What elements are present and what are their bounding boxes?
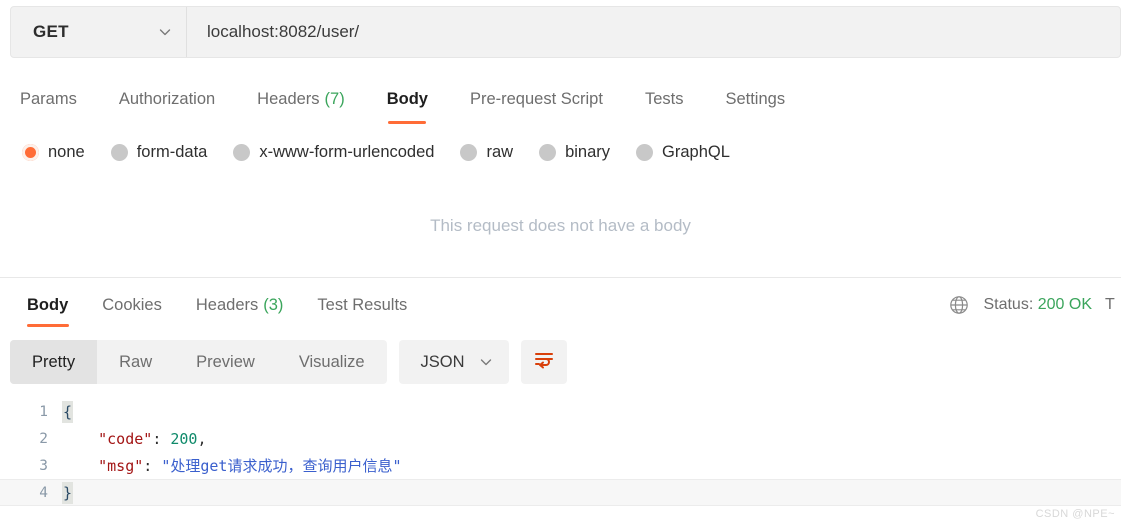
response-status-area: Status: 200 OK T [948,285,1121,325]
code-line-content: "msg": "处理get请求成功，查询用户信息" [98,457,402,475]
view-mode-pretty[interactable]: Pretty [10,340,98,384]
tab-settings-label: Settings [725,89,786,108]
response-tab-headers-label: Headers [195,295,259,314]
tab-tests[interactable]: Tests [624,78,705,120]
body-type-none[interactable]: none [22,143,85,162]
tab-authorization-label: Authorization [118,89,216,108]
response-format-select[interactable]: JSON [398,340,509,384]
line-number: 2 [39,430,48,447]
watermark: CSDN @NPE~ [1035,508,1115,520]
radio-icon [110,143,128,161]
chevron-down-icon [479,355,493,369]
request-tab-bar: Params Authorization Headers (7) Body Pr… [0,78,1121,120]
view-mode-segmented-control: Pretty Raw Preview Visualize [10,340,387,384]
code-line: 1 { [0,398,1121,425]
code-line-content: { [62,400,74,423]
postman-request-response-pane: GET localhost:8082/user/ Params Authoriz… [0,0,1121,522]
globe-icon[interactable] [948,294,970,316]
radio-icon [233,143,251,161]
body-type-graphql[interactable]: GraphQL [636,143,730,162]
tab-pre-request-script-label: Pre-request Script [469,89,603,108]
response-tab-cookies-label: Cookies [102,295,162,314]
response-tab-test-results-label: Test Results [317,295,408,314]
tab-params-label: Params [20,89,77,108]
section-divider [0,277,1121,278]
view-mode-visualize[interactable]: Visualize [277,340,387,384]
response-tab-test-results[interactable]: Test Results [300,285,424,325]
tab-params[interactable]: Params [20,78,98,120]
response-tab-body[interactable]: Body [10,285,85,325]
radio-icon [460,143,478,161]
tab-body[interactable]: Body [366,78,449,120]
json-key: "code" [98,429,153,448]
response-format-label: JSON [420,352,465,371]
response-body-code[interactable]: 1 { 2 "code": 200, 3 "msg": "处理get请求成功，查… [0,398,1121,522]
tab-pre-request-script[interactable]: Pre-request Script [449,78,624,120]
line-number: 4 [39,484,48,501]
body-type-raw-label: raw [486,142,514,161]
response-tab-headers-count: (3) [263,295,284,314]
json-number: 200 [170,429,198,448]
tab-authorization[interactable]: Authorization [98,78,236,120]
code-line: 3 "msg": "处理get请求成功，查询用户信息" [0,452,1121,479]
tab-settings[interactable]: Settings [704,78,806,120]
response-view-toolbar: Pretty Raw Preview Visualize JSON [10,340,567,384]
radio-icon [539,143,557,161]
view-mode-visualize-label: Visualize [298,352,365,371]
url-bar: GET localhost:8082/user/ [10,6,1121,58]
code-line: 2 "code": 200, [0,425,1121,452]
body-type-raw[interactable]: raw [460,143,513,162]
body-type-graphql-label: GraphQL [662,142,730,161]
http-method-select[interactable]: GET [11,7,187,57]
tab-body-label: Body [386,89,428,108]
body-type-urlencoded[interactable]: x-www-form-urlencoded [233,143,434,162]
word-wrap-icon [533,350,555,375]
radio-icon [636,143,654,161]
line-number: 3 [39,457,48,474]
body-type-binary[interactable]: binary [539,143,610,162]
line-number: 1 [39,403,48,420]
tab-headers-count: (7) [324,89,345,108]
body-type-form-data-label: form-data [136,142,208,161]
body-type-radio-group: none form-data x-www-form-urlencoded raw… [0,133,1121,171]
body-type-binary-label: binary [565,142,611,161]
word-wrap-button[interactable] [520,340,567,384]
chevron-down-icon [158,25,172,39]
response-tab-headers[interactable]: Headers (3) [179,285,301,325]
code-line: 4 } [0,479,1121,506]
view-mode-preview-label: Preview [196,352,255,371]
url-input[interactable]: localhost:8082/user/ [187,7,1120,57]
status-code-value: 200 OK [1037,296,1092,313]
code-line-content: } [62,481,74,504]
tab-headers[interactable]: Headers (7) [236,78,366,120]
radio-selected-icon [22,143,39,161]
empty-body-message: This request does not have a body [430,216,691,235]
json-key: "msg" [98,457,144,475]
view-mode-pretty-label: Pretty [32,352,76,371]
response-tab-cookies[interactable]: Cookies [85,285,179,325]
http-method-label: GET [33,22,69,41]
view-mode-raw[interactable]: Raw [97,340,174,384]
body-type-form-data[interactable]: form-data [110,142,208,162]
code-line-content: "code": 200, [98,429,207,448]
response-tab-body-label: Body [27,295,69,314]
json-string: "处理get请求成功，查询用户信息" [161,457,402,475]
tab-tests-label: Tests [644,89,684,108]
tab-headers-label: Headers [257,89,320,108]
status-label-text: Status: [983,296,1034,313]
view-mode-raw-label: Raw [119,352,153,371]
view-mode-preview[interactable]: Preview [174,340,277,384]
status-label[interactable]: Status: 200 OK [983,296,1092,314]
body-type-urlencoded-label: x-www-form-urlencoded [259,142,435,161]
body-type-none-label: none [48,142,85,161]
response-time-truncated: T [1105,296,1115,313]
